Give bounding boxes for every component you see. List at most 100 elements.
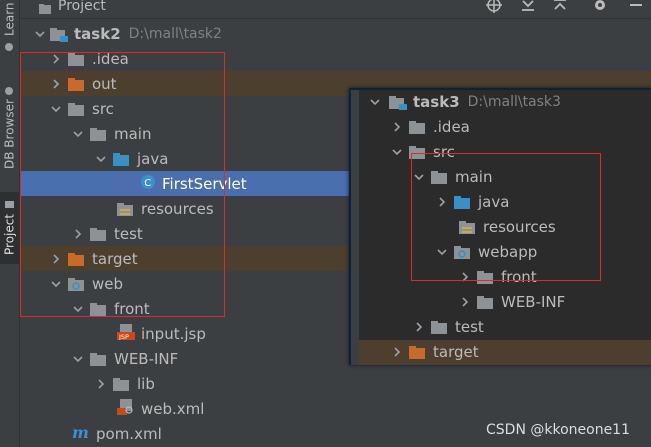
excluded-folder-icon — [68, 77, 86, 91]
resources-folder-icon — [117, 202, 135, 216]
db-browser-tab[interactable]: DB Browser — [0, 72, 19, 184]
tree-row-java[interactable]: java — [95, 146, 168, 171]
chevron-down-icon — [95, 153, 107, 165]
tree-label: java — [137, 149, 169, 168]
gear-icon[interactable] — [592, 0, 608, 13]
tree-label: web — [92, 274, 124, 293]
chevron-right-icon — [50, 253, 62, 265]
collapse-all-icon[interactable] — [552, 0, 568, 13]
overlay-row-resources[interactable]: resources — [459, 214, 556, 239]
learn-tab-label: Learn — [2, 2, 17, 36]
chevron-down-icon — [72, 303, 84, 315]
overlay-row-task3[interactable]: task3 D:\mall\task3 — [369, 89, 561, 114]
tree-label: front — [114, 299, 150, 318]
jsp-file-icon: JSP — [117, 323, 135, 344]
folder-icon — [90, 127, 108, 141]
tree-row-out[interactable]: out — [50, 71, 117, 96]
chevron-right-icon — [436, 196, 448, 208]
tree-label: src — [433, 142, 455, 161]
project-view-icon — [38, 0, 52, 19]
chevron-right-icon — [413, 321, 425, 333]
tree-label: .idea — [92, 49, 129, 68]
tree-row-input-jsp[interactable]: JSP input.jsp — [117, 321, 206, 346]
overlay-row-web-inf[interactable]: WEB-INF — [459, 289, 565, 314]
tree-label: resources — [141, 199, 214, 218]
tree-label: task3 — [413, 92, 460, 111]
tree-label: main — [455, 167, 493, 186]
tree-label: lib — [137, 374, 155, 393]
locate-icon[interactable] — [486, 0, 502, 13]
folder-icon — [68, 102, 86, 116]
folder-icon — [409, 145, 427, 159]
folder-icon — [431, 320, 449, 334]
chevron-right-icon — [72, 228, 84, 240]
overlay-row-java[interactable]: java — [436, 189, 509, 214]
chevron-down-icon — [50, 103, 62, 115]
chevron-right-icon — [95, 378, 107, 390]
hide-panel-icon[interactable] — [628, 0, 644, 13]
learn-tab[interactable]: Learn — [0, 0, 19, 38]
db-browser-tab-label: DB Browser — [2, 99, 17, 170]
folder-icon — [113, 377, 131, 391]
chevron-down-icon — [34, 28, 46, 40]
overlay-row-front[interactable]: front — [459, 264, 537, 289]
watermark: CSDN @kkoneone11 — [486, 422, 630, 438]
tree-row-web-inf[interactable]: WEB-INF — [72, 346, 178, 371]
tree-row-target[interactable]: target — [50, 246, 138, 271]
chevron-down-icon — [436, 246, 448, 258]
overlay-row-main[interactable]: main — [413, 164, 492, 189]
tree-label: pom.xml — [96, 424, 162, 443]
tree-row-firstservlet[interactable]: C FirstServlet — [140, 171, 247, 196]
project-tab[interactable]: Project — [0, 192, 19, 264]
tree-label: WEB-INF — [114, 349, 179, 368]
folder-icon — [477, 270, 495, 284]
tree-label: front — [501, 267, 537, 286]
overlay-tool-strip — [351, 90, 359, 365]
left-tool-strip: Learn DB Browser Project — [0, 0, 20, 447]
tree-label: target — [433, 342, 479, 361]
chevron-down-icon — [369, 96, 381, 108]
folder-icon — [90, 227, 108, 241]
overlay-row-test[interactable]: test — [413, 314, 484, 339]
tree-row-lib[interactable]: lib — [95, 371, 155, 396]
folder-icon — [477, 295, 495, 309]
tree-row-task2[interactable]: task2 D:\mall\task2 — [34, 21, 222, 46]
java-class-icon: C — [140, 174, 156, 194]
tree-row-resources[interactable]: resources — [117, 196, 214, 221]
tree-path: D:\mall\task3 — [467, 93, 561, 110]
tree-label: out — [92, 74, 117, 93]
folder-icon — [90, 302, 108, 316]
tree-label: test — [455, 317, 484, 336]
overlay-row-idea[interactable]: .idea — [391, 114, 470, 139]
svg-text:C: C — [144, 178, 151, 189]
project-folder-icon — [5, 200, 14, 208]
project-view-title[interactable]: Project — [58, 0, 106, 14]
tree-row-idea[interactable]: .idea — [50, 46, 129, 71]
tree-row-test[interactable]: test — [72, 221, 143, 246]
overlay-row-src[interactable]: src — [391, 139, 455, 164]
tree-label: resources — [483, 217, 556, 236]
overlay-row-target[interactable]: target — [391, 339, 479, 364]
overlay-row-webapp[interactable]: webapp — [436, 239, 537, 264]
expand-all-icon[interactable] — [520, 0, 536, 13]
chevron-right-icon — [391, 346, 403, 358]
chevron-down-icon — [391, 146, 403, 158]
tree-row-web[interactable]: web — [50, 271, 123, 296]
tree-row-main[interactable]: main — [72, 121, 151, 146]
folder-icon — [68, 52, 86, 66]
chevron-right-icon — [459, 271, 471, 283]
tree-label: task2 — [74, 24, 121, 43]
database-icon — [5, 86, 13, 95]
chevron-right-icon — [391, 121, 403, 133]
tree-row-front[interactable]: front — [72, 296, 150, 321]
tree-label: WEB-INF — [501, 292, 566, 311]
folder-icon — [409, 120, 427, 134]
chevron-down-icon — [413, 171, 425, 183]
tree-row-web-xml[interactable]: web.xml — [117, 396, 204, 421]
tree-row-src[interactable]: src — [50, 96, 114, 121]
tree-row-pom-xml[interactable]: m pom.xml — [72, 421, 162, 446]
learn-tab-icon — [0, 40, 19, 54]
folder-icon — [431, 170, 449, 184]
tree-label: target — [92, 249, 138, 268]
chevron-right-icon — [50, 53, 62, 65]
